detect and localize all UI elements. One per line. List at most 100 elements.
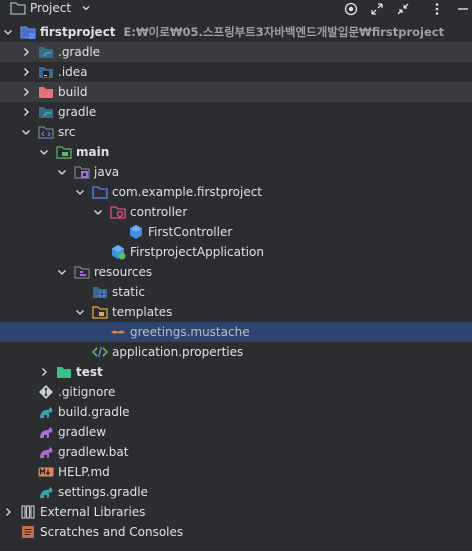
source-root-icon bbox=[74, 166, 90, 179]
tree-node-gradlew-bat[interactable]: gradlew.bat bbox=[0, 442, 472, 462]
tree-node-build-gradle[interactable]: build.gradle bbox=[0, 402, 472, 422]
web-folder-icon bbox=[93, 287, 107, 298]
gradle-file-icon bbox=[40, 407, 53, 418]
tree-node-label: firstproject E:₩이로₩05.스프링부트3자바백엔드개발입문₩fir… bbox=[40, 25, 445, 39]
tree-node-templates[interactable]: templates bbox=[0, 302, 472, 322]
project-view-title[interactable]: Project bbox=[30, 1, 71, 15]
tree-node-label: gradlew bbox=[58, 425, 107, 439]
tree-node-label: .gradle bbox=[58, 45, 101, 59]
tree-node-label: templates bbox=[112, 305, 173, 319]
tree-node-label: src bbox=[58, 125, 76, 139]
tree-node-label: static bbox=[112, 285, 145, 299]
tree-node-greetings-mustache[interactable]: greetings.mustache bbox=[0, 322, 472, 342]
tree-node-label: gradle bbox=[58, 105, 97, 119]
folder-excluded-icon bbox=[39, 87, 53, 98]
chevron-right-icon[interactable] bbox=[20, 66, 32, 78]
tree-node-application-properties[interactable]: application.properties bbox=[0, 342, 472, 362]
expand-all-button[interactable] bbox=[368, 0, 386, 18]
tree-node-build[interactable]: build bbox=[0, 82, 472, 102]
tree-node-label: controller bbox=[130, 205, 188, 219]
folder-gradle-icon bbox=[39, 47, 53, 58]
test-folder-icon bbox=[57, 367, 71, 378]
tree-node-application-class[interactable]: FirstprojectApplication bbox=[0, 242, 472, 262]
package-icon bbox=[92, 186, 108, 199]
chevron-down-icon[interactable] bbox=[80, 2, 92, 14]
tree-node-gitignore[interactable]: .gitignore bbox=[0, 382, 472, 402]
tree-node-package-root[interactable]: com.example.firstproject bbox=[0, 182, 472, 202]
tree-node-label: .gitignore bbox=[58, 385, 116, 399]
tree-node-controller[interactable]: controller bbox=[0, 202, 472, 222]
tree-node-label: java bbox=[94, 165, 120, 179]
tree-node-label: FirstController bbox=[148, 225, 233, 239]
chevron-right-icon[interactable] bbox=[2, 506, 14, 518]
expand-all-icon bbox=[371, 3, 383, 15]
tree-node-label: build bbox=[58, 85, 88, 99]
options-menu-button[interactable] bbox=[428, 0, 446, 18]
tree-node-label: com.example.firstproject bbox=[112, 185, 263, 199]
tree-node-main[interactable]: main bbox=[0, 142, 472, 162]
markdown-file-icon bbox=[38, 467, 54, 477]
select-opened-file-button[interactable] bbox=[342, 0, 360, 18]
tree-node-label: settings.gradle bbox=[58, 485, 148, 499]
chevron-down-icon[interactable] bbox=[56, 166, 68, 178]
libraries-icon bbox=[21, 505, 35, 519]
tree-node-help-md[interactable]: HELP.md bbox=[0, 462, 472, 482]
tree-node-idea[interactable]: .idea bbox=[0, 62, 472, 82]
module-folder-icon bbox=[20, 26, 36, 39]
gradle-file-icon bbox=[40, 487, 53, 498]
chevron-right-icon[interactable] bbox=[38, 366, 50, 378]
tree-node-test[interactable]: test bbox=[0, 362, 472, 382]
chevron-down-icon[interactable] bbox=[92, 206, 104, 218]
tree-node-external-libraries[interactable]: External Libraries bbox=[0, 502, 472, 522]
tree-node-resources[interactable]: resources bbox=[0, 262, 472, 282]
tree-node-label: Scratches and Consoles bbox=[40, 525, 184, 539]
tree-node-label: greetings.mustache bbox=[130, 325, 250, 339]
tree-node-settings-gradle[interactable]: settings.gradle bbox=[0, 482, 472, 502]
gitignore-file-icon bbox=[39, 385, 53, 399]
spring-bean-icon bbox=[130, 225, 142, 239]
tree-node-gradle[interactable]: gradle bbox=[0, 102, 472, 122]
resources-root-icon bbox=[74, 266, 90, 279]
collapse-all-button[interactable] bbox=[394, 0, 412, 18]
tree-node-first-controller[interactable]: FirstController bbox=[0, 222, 472, 242]
hide-button[interactable] bbox=[454, 0, 472, 18]
chevron-down-icon[interactable] bbox=[74, 306, 86, 318]
source-folder-icon bbox=[38, 126, 54, 139]
chevron-down-icon[interactable] bbox=[74, 186, 86, 198]
tree-node-src[interactable]: src bbox=[0, 122, 472, 142]
chevron-right-icon[interactable] bbox=[20, 86, 32, 98]
tree-node-label: FirstprojectApplication bbox=[130, 245, 264, 259]
chevron-down-icon[interactable] bbox=[20, 126, 32, 138]
tree-node-scratches[interactable]: Scratches and Consoles bbox=[0, 522, 472, 542]
tree-node-label: External Libraries bbox=[40, 505, 146, 519]
tree-node-label: gradlew.bat bbox=[58, 445, 129, 459]
module-folder-icon bbox=[56, 146, 72, 159]
chevron-right-icon[interactable] bbox=[20, 46, 32, 58]
more-vertical-icon bbox=[435, 3, 439, 15]
tree-node-label: test bbox=[76, 365, 103, 379]
tree-node-static[interactable]: static bbox=[0, 282, 472, 302]
collapse-all-icon bbox=[397, 3, 409, 15]
scratches-icon bbox=[22, 526, 34, 538]
properties-file-icon bbox=[92, 346, 108, 358]
tree-node-label: .idea bbox=[58, 65, 88, 79]
package-icon bbox=[110, 206, 126, 219]
tree-node-gradlew[interactable]: gradlew bbox=[0, 422, 472, 442]
project-tool-window-header: Project bbox=[0, 0, 472, 18]
folder-icon bbox=[10, 2, 26, 15]
folder-idea-icon bbox=[39, 67, 53, 78]
mustache-file-icon bbox=[111, 330, 125, 334]
project-path: E:₩이로₩05.스프링부트3자바백엔드개발입문₩firstproject bbox=[123, 25, 445, 39]
chevron-down-icon[interactable] bbox=[38, 146, 50, 158]
folder-gradle-icon bbox=[39, 107, 53, 118]
tree-node-root[interactable]: firstproject E:₩이로₩05.스프링부트3자바백엔드개발입문₩fir… bbox=[0, 22, 472, 42]
gradle-file-icon bbox=[40, 447, 53, 458]
tree-node-java[interactable]: java bbox=[0, 162, 472, 182]
gradle-file-icon bbox=[40, 427, 53, 438]
tree-node-label: HELP.md bbox=[58, 465, 110, 479]
spring-boot-icon bbox=[112, 245, 126, 260]
tree-node-gradle-dir[interactable]: .gradle bbox=[0, 42, 472, 62]
chevron-right-icon[interactable] bbox=[20, 106, 32, 118]
chevron-down-icon[interactable] bbox=[2, 26, 14, 38]
chevron-down-icon[interactable] bbox=[56, 266, 68, 278]
